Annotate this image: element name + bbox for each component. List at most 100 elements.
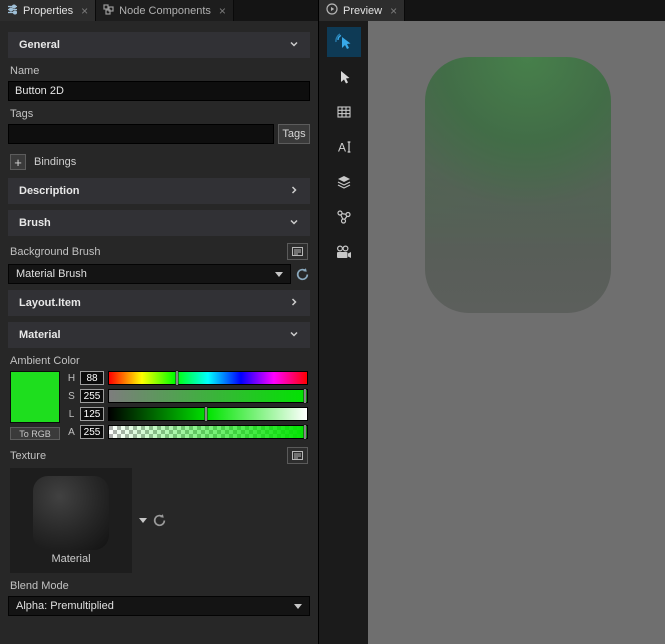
reset-texture-button[interactable]	[152, 513, 167, 528]
alpha-value-input[interactable]	[80, 425, 104, 439]
saturation-value-input[interactable]	[80, 389, 104, 403]
chevron-down-icon	[289, 217, 299, 230]
tags-input[interactable]	[8, 124, 274, 144]
properties-icon	[7, 4, 18, 18]
name-label: Name	[10, 65, 308, 77]
texture-thumbnail	[33, 476, 109, 550]
section-layout-item[interactable]: Layout.Item	[8, 290, 310, 316]
properties-pane: Properties × Node Components × General	[0, 0, 319, 644]
blend-mode-label: Blend Mode	[10, 580, 308, 592]
channel-key: H	[67, 373, 76, 384]
close-icon[interactable]: ×	[219, 5, 226, 17]
to-rgb-button[interactable]: To RGB	[10, 427, 60, 440]
bindings-row: + Bindings	[10, 154, 308, 170]
texture-name: Material	[51, 553, 90, 565]
swatch-column: To RGB	[10, 371, 60, 440]
reset-brush-button[interactable]	[295, 267, 310, 282]
channel-key: L	[67, 409, 76, 420]
grid-tool[interactable]	[327, 97, 361, 127]
ambient-color-label: Ambient Color	[10, 355, 308, 367]
lightness-value-input[interactable]	[80, 407, 104, 421]
channel-row-l: L	[67, 407, 308, 421]
button-2d-node[interactable]	[425, 57, 611, 313]
layers-icon	[336, 174, 352, 190]
slider-marker[interactable]	[304, 424, 307, 440]
text-icon: A	[336, 139, 352, 155]
slider-marker[interactable]	[205, 406, 208, 422]
preview-body: A	[319, 21, 665, 644]
texture-preview[interactable]: Material	[10, 468, 132, 573]
add-binding-button[interactable]: +	[10, 154, 26, 170]
interact-cursor-icon	[335, 33, 353, 51]
section-general[interactable]: General	[8, 32, 310, 58]
grid-icon	[336, 104, 352, 120]
node-components-icon	[103, 4, 114, 18]
left-tabbar: Properties × Node Components ×	[0, 0, 318, 21]
channel-row-s: S	[67, 389, 308, 403]
lightness-slider[interactable]	[108, 407, 308, 421]
section-material[interactable]: Material	[8, 322, 310, 348]
texture-label-row: Texture	[10, 447, 308, 464]
color-swatch[interactable]	[10, 371, 60, 423]
chevron-down-icon	[275, 272, 283, 277]
tab-preview-label: Preview	[343, 5, 382, 17]
close-icon[interactable]: ×	[81, 5, 88, 17]
preview-toolbar: A	[319, 21, 368, 644]
tab-node-components-label: Node Components	[119, 5, 211, 17]
ambient-color-editor: To RGB H S	[10, 371, 308, 440]
chevron-right-icon	[289, 185, 299, 198]
section-description-title: Description	[19, 185, 80, 197]
arrow-cursor-icon	[336, 69, 352, 85]
tags-label: Tags	[10, 108, 308, 120]
close-icon[interactable]: ×	[390, 5, 397, 17]
chevron-down-icon	[294, 604, 302, 609]
tab-preview[interactable]: Preview ×	[319, 0, 405, 21]
background-brush-row: Material Brush	[8, 264, 310, 284]
scene-graph-tool[interactable]	[327, 202, 361, 232]
tab-properties[interactable]: Properties ×	[0, 0, 96, 21]
chevron-right-icon	[289, 297, 299, 310]
hue-value-input[interactable]	[80, 371, 104, 385]
channel-key: S	[67, 391, 76, 402]
texture-label: Texture	[10, 450, 46, 462]
channel-key: A	[67, 427, 76, 438]
preview-pane: Preview ×	[319, 0, 665, 644]
layers-tool[interactable]	[327, 167, 361, 197]
camera-icon	[335, 244, 352, 261]
text-tool[interactable]: A	[327, 132, 361, 162]
interact-tool[interactable]	[327, 27, 361, 57]
open-brush-editor-button[interactable]	[287, 243, 308, 260]
background-brush-label: Background Brush	[10, 246, 101, 258]
tags-row: Tags	[8, 124, 310, 144]
open-texture-editor-button[interactable]	[287, 447, 308, 464]
color-channels: H S L	[67, 371, 308, 440]
tab-properties-label: Properties	[23, 5, 73, 17]
alpha-slider[interactable]	[108, 425, 308, 439]
section-brush[interactable]: Brush	[8, 210, 310, 236]
app-window: Properties × Node Components × General	[0, 0, 665, 644]
section-description[interactable]: Description	[8, 178, 310, 204]
preview-canvas[interactable]	[368, 21, 665, 644]
slider-marker[interactable]	[304, 388, 307, 404]
svg-text:A: A	[338, 141, 346, 155]
camera-tool[interactable]	[327, 237, 361, 267]
channel-row-h: H	[67, 371, 308, 385]
channel-row-a: A	[67, 425, 308, 439]
texture-row: Material	[10, 468, 308, 573]
background-brush-label-row: Background Brush	[10, 243, 308, 260]
blend-mode-dropdown[interactable]: Alpha: Premultiplied	[8, 596, 310, 616]
section-layout-item-title: Layout.Item	[19, 297, 81, 309]
slider-marker[interactable]	[176, 370, 179, 386]
saturation-slider[interactable]	[108, 389, 308, 403]
background-brush-value: Material Brush	[16, 268, 87, 280]
background-brush-dropdown[interactable]: Material Brush	[8, 264, 291, 284]
hue-slider[interactable]	[108, 371, 308, 385]
name-input[interactable]	[8, 81, 310, 101]
tab-node-components[interactable]: Node Components ×	[96, 0, 234, 21]
select-tool[interactable]	[327, 62, 361, 92]
tags-button[interactable]: Tags	[278, 124, 310, 144]
texture-dropdown-caret[interactable]	[139, 518, 147, 523]
bindings-label: Bindings	[34, 156, 76, 168]
preview-tabbar: Preview ×	[319, 0, 665, 21]
properties-panel-body: General Name Tags Tags + Bindings Descri…	[0, 21, 318, 644]
